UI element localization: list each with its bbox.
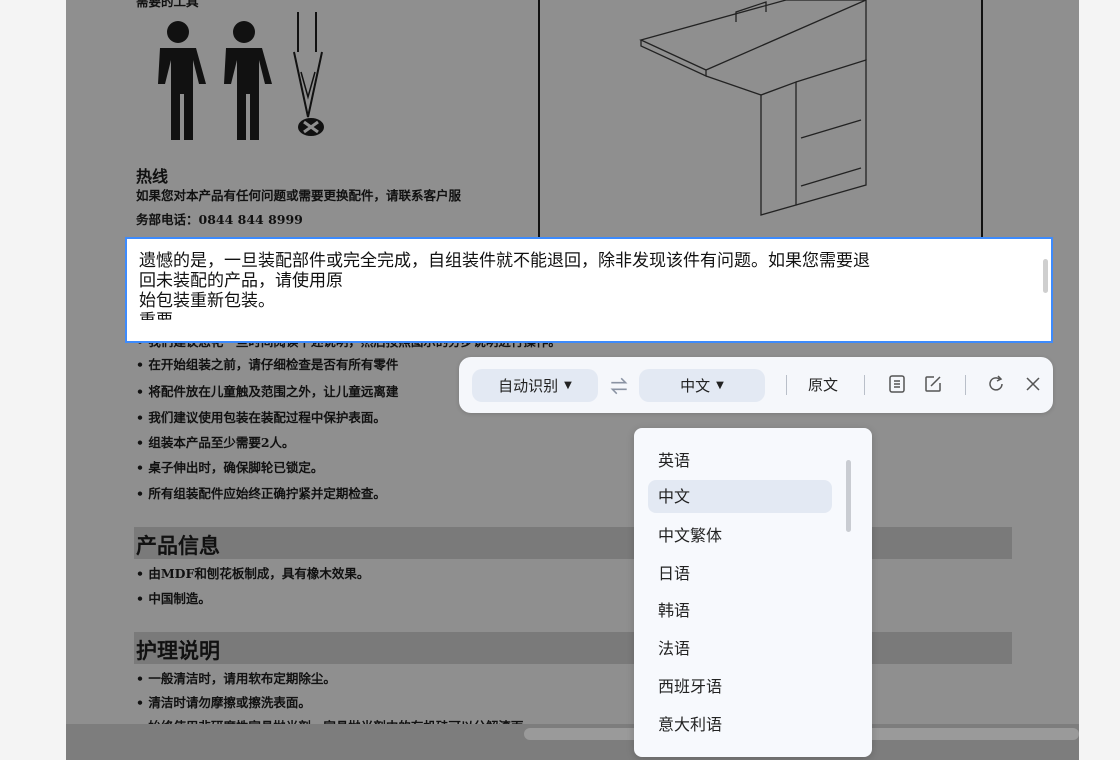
translation-line: 始包装重新包装。 (139, 291, 275, 311)
source-language-select[interactable]: 自动识别 ▼ (472, 369, 598, 402)
source-language-label: 自动识别 (498, 377, 559, 395)
section-bar (134, 527, 1012, 559)
target-language-label: 中文 (680, 377, 711, 395)
separator (786, 375, 787, 395)
translation-line-clipped: 重要 (139, 311, 1037, 320)
dropdown-scrollbar[interactable] (846, 460, 851, 532)
language-option-english[interactable]: 英语 (648, 444, 832, 477)
language-option-french[interactable]: 法语 (648, 632, 832, 665)
language-option-chinese[interactable]: 中文 (648, 480, 832, 513)
language-dropdown: 英语 中文 中文繁体 日语 韩语 法语 西班牙语 意大利语 (634, 428, 872, 757)
language-option-korean[interactable]: 韩语 (648, 594, 832, 627)
bullet-item: • 将配件放在儿童触及范围之外，让儿童远离建 (136, 384, 399, 399)
care-item: • 清洁时请勿摩擦或擦洗表面。 (136, 695, 311, 710)
product-info-item: • 由MDF和刨花板制成，具有橡木效果。 (136, 566, 370, 581)
product-info-item: • 中国制造。 (136, 591, 211, 606)
language-option-japanese[interactable]: 日语 (648, 557, 832, 590)
translation-toolbar: 自动识别 ▼ 中文 ▼ 原文 (459, 357, 1053, 413)
close-icon[interactable] (1022, 373, 1044, 395)
bullet-item: • 组装本产品至少需要2人。 (136, 435, 295, 450)
bullet-item: • 所有组装配件应始终正确拧紧并定期检查。 (136, 486, 386, 501)
original-text-button[interactable]: 原文 (808, 374, 838, 395)
section-bar (134, 632, 1012, 664)
separator (965, 375, 966, 395)
hotline-title: 热线 (136, 167, 169, 186)
translation-line: 遗憾的是，一旦装配部件或完全完成，自组装件就不能退回，除非发现该件有问题。如果您… (139, 251, 870, 271)
bullet-item: • 在开始组装之前，请仔细检查是否有所有零件 (136, 357, 399, 372)
separator (864, 375, 865, 395)
language-option-traditional-chinese[interactable]: 中文繁体 (648, 519, 832, 552)
caret-down-icon: ▼ (564, 380, 572, 391)
divider-line (981, 0, 983, 240)
language-option-italian[interactable]: 意大利语 (648, 708, 832, 741)
two-person-icon (158, 12, 324, 140)
caret-down-icon: ▼ (716, 380, 724, 391)
tools-heading: 需要的工具 (136, 0, 199, 9)
product-info-title: 产品信息 (136, 533, 220, 558)
care-item: • 一般清洁时，请用软布定期除尘。 (136, 671, 336, 686)
divider-line (538, 0, 540, 240)
copy-icon[interactable] (886, 373, 908, 395)
translation-result-box[interactable]: 遗憾的是，一旦装配部件或完全完成，自组装件就不能退回，除非发现该件有问题。如果您… (125, 237, 1053, 343)
translation-scrollbar[interactable] (1043, 259, 1048, 293)
desk-illustration (639, 0, 867, 216)
language-option-spanish[interactable]: 西班牙语 (648, 670, 832, 703)
bullet-item: • 桌子伸出时，确保脚轮已锁定。 (136, 460, 324, 475)
refresh-icon[interactable] (985, 373, 1007, 395)
bullet-item: • 我们建议使用包装在装配过程中保护表面。 (136, 410, 386, 425)
hotline-phone: 务部电话：0844 844 8999 (136, 212, 303, 227)
hotline-text: 如果您对本产品有任何问题或需要更换配件，请联系客户服 (136, 188, 462, 203)
target-language-select[interactable]: 中文 ▼ (639, 369, 765, 402)
translation-line: 回未装配的产品，请使用原 (139, 271, 343, 291)
swap-icon[interactable] (608, 375, 630, 397)
care-title: 护理说明 (136, 638, 220, 663)
edit-icon[interactable] (922, 373, 944, 395)
